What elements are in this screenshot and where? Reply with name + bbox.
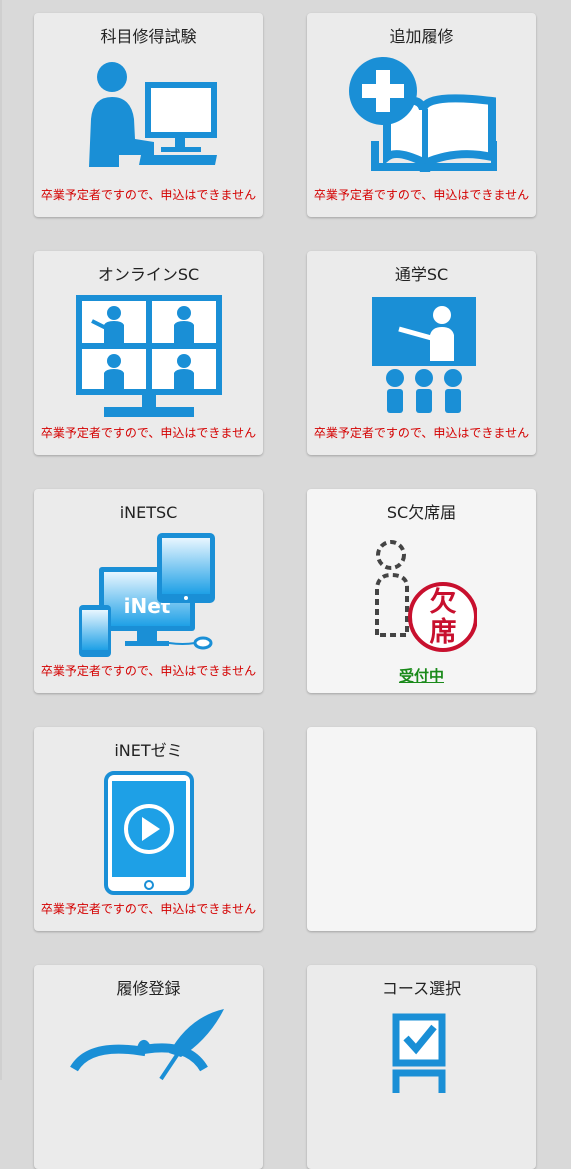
add-book-icon: [348, 57, 497, 172]
card-sc-absence[interactable]: SC欠席届 欠 席 受付中: [307, 489, 536, 693]
card-title: iNETSC: [119, 503, 178, 522]
notice-text: 卒業予定者ですので、申込はできません: [40, 664, 257, 678]
notice-text: 卒業予定者ですので、申込はできません: [40, 902, 257, 916]
card-title: 履修登録: [116, 979, 181, 998]
stamp-top-char: 欠: [429, 586, 456, 618]
card-course-select[interactable]: コース選択: [307, 965, 536, 1169]
absence-stamp-icon: 欠 席: [374, 540, 477, 652]
notice-text: 卒業予定者ですので、申込はできません: [40, 426, 257, 440]
card-title: コース選択: [381, 979, 462, 998]
notice-text: 卒業予定者ですので、申込はできません: [313, 188, 530, 202]
card-title: iNETゼミ: [114, 741, 183, 760]
stamp-bottom-char: 席: [429, 616, 456, 648]
classroom-lecture-icon: [371, 297, 476, 413]
card-inetsc[interactable]: iNETSC iNet 卒業予定者ですので、申込はできません: [34, 489, 263, 693]
notice-text: 卒業予定者ですので、申込はできません: [40, 188, 257, 202]
left-edge-divider: [0, 0, 2, 1080]
card-inet-seminar[interactable]: iNETゼミ 卒業予定者ですので、申込はできません: [34, 727, 263, 931]
card-title: 通学SC: [394, 265, 449, 284]
card-title: 科目修得試験: [100, 27, 197, 46]
online-class-icon: [75, 295, 222, 417]
course-select-icon: [392, 1013, 445, 1093]
notice-text: 卒業予定者ですので、申込はできません: [313, 426, 530, 440]
card-commute-sc[interactable]: 通学SC 卒業予定者ですので、申込はできません: [307, 251, 536, 455]
card-additional-course[interactable]: 追加履修 卒業予定者ですので、申込はできません: [307, 13, 536, 217]
card-title: SC欠席届: [386, 503, 457, 522]
card-title: 追加履修: [389, 27, 454, 46]
card-title: オンラインSC: [97, 265, 200, 284]
card-subject-exam[interactable]: 科目修得試験 卒業予定者ですので、申込はできません: [34, 13, 263, 217]
card-online-sc[interactable]: オンラインSC 卒業予定者ですので、申込はできません: [34, 251, 263, 455]
tablet-video-icon: [103, 771, 194, 895]
card-empty: [307, 727, 536, 931]
inet-devices-icon: iNet: [78, 533, 215, 657]
student-computer-icon: [88, 62, 217, 167]
status-link[interactable]: 受付中: [307, 665, 536, 686]
course-registration-icon: [69, 1009, 224, 1081]
card-course-registration[interactable]: 履修登録: [34, 965, 263, 1169]
